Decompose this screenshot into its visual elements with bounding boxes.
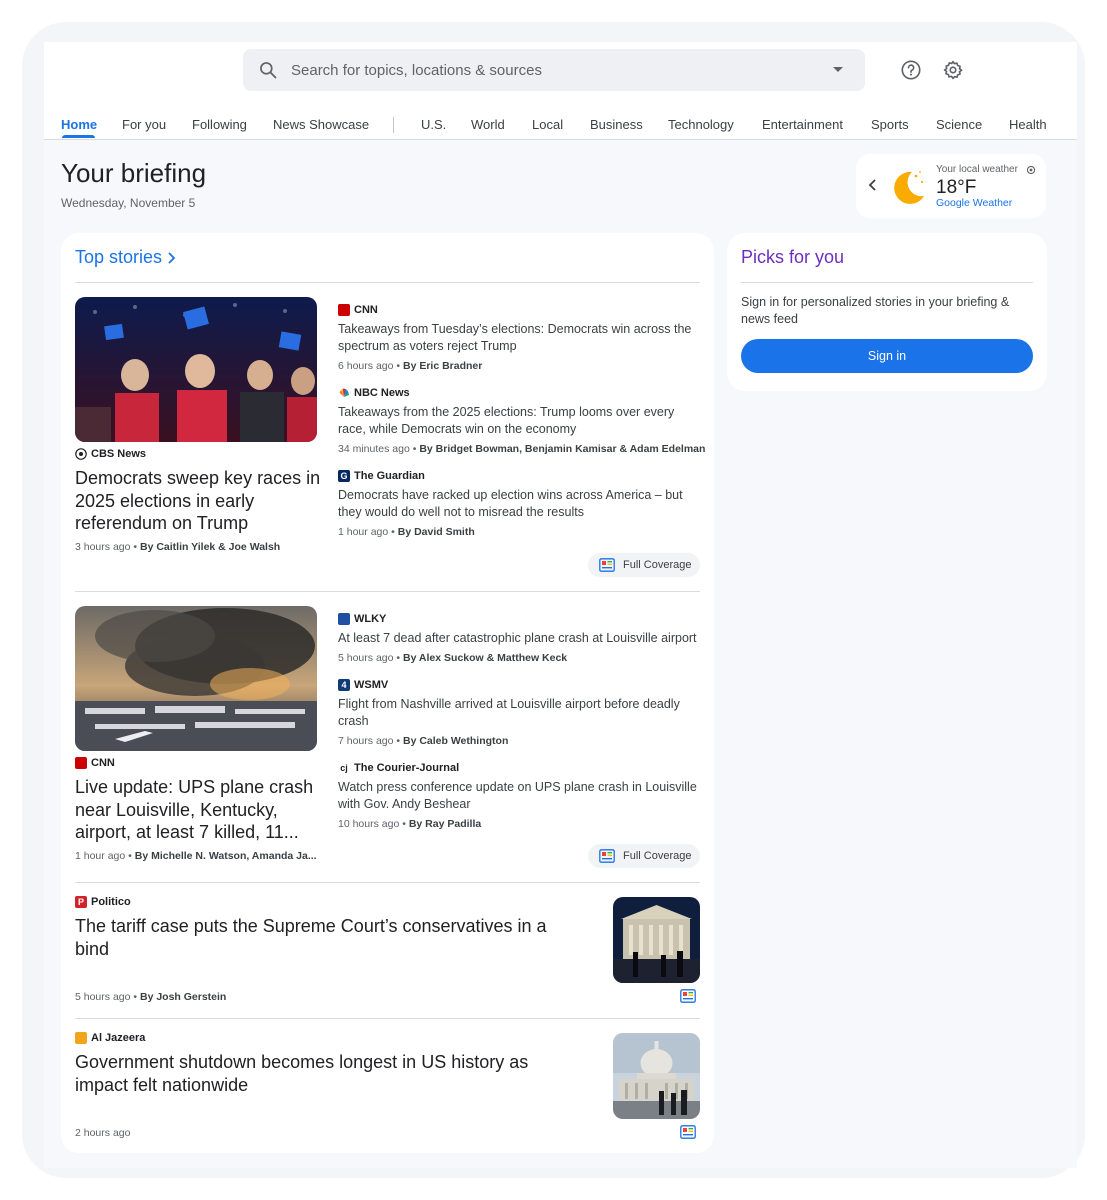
source-cbs-news[interactable]: CBS News	[75, 448, 146, 460]
related-story-headline[interactable]: Watch press conference update on UPS pla…	[338, 779, 703, 813]
weather-temperature: 18°F	[936, 177, 977, 198]
section-tabs: Home For you Following News Showcase U.S…	[44, 112, 1077, 140]
source-politico[interactable]: P Politico	[75, 896, 131, 908]
tab-science[interactable]: Science	[936, 117, 982, 132]
wsmv-logo-icon: 4	[338, 679, 350, 691]
cbs-news-logo-icon	[75, 448, 87, 460]
wlky-logo-icon	[338, 613, 350, 625]
source-the-courier-journal[interactable]: cj The Courier-Journal	[338, 762, 459, 774]
story-meta: 10 hours ago • By Ray Padilla	[338, 818, 482, 830]
story-headline[interactable]: The tariff case puts the Supreme Court’s…	[75, 915, 585, 960]
active-tab-indicator	[62, 135, 95, 138]
story-image-election-rally[interactable]	[75, 297, 317, 442]
tab-for-you[interactable]: For you	[122, 117, 166, 132]
source-wsmv[interactable]: 4 WSMV	[338, 679, 388, 691]
source-the-guardian[interactable]: G The Guardian	[338, 470, 425, 482]
full-coverage-button[interactable]: Full Coverage	[588, 553, 700, 577]
politico-logo-icon: P	[75, 896, 87, 908]
us-capitol-photo	[613, 1033, 700, 1119]
chevron-left-icon[interactable]	[868, 178, 878, 192]
story-meta: 6 hours ago • By Eric Bradner	[338, 360, 483, 372]
sign-in-button[interactable]: Sign in	[741, 339, 1033, 373]
divider	[75, 591, 700, 592]
picks-for-you-card: Picks for you Sign in for personalized s…	[727, 233, 1047, 391]
divider	[75, 882, 700, 883]
top-stories-card: Top stories CBS News Democrats sweep key…	[61, 233, 714, 1153]
story-meta: 5 hours ago • By Josh Gerstein	[75, 991, 227, 1003]
briefing-date: Wednesday, November 5	[61, 196, 196, 210]
story-meta: 1 hour ago • By Michelle N. Watson, Aman…	[75, 850, 317, 862]
tab-following[interactable]: Following	[192, 117, 247, 132]
related-story-headline[interactable]: Flight from Nashville arrived at Louisvi…	[338, 696, 703, 730]
full-coverage-icon[interactable]	[680, 989, 696, 1003]
search-icon	[260, 62, 277, 79]
weather-widget[interactable]: Your local weather 18°F Google Weather	[856, 154, 1046, 218]
nbc-peacock-logo-icon	[339, 388, 349, 397]
weather-label: Your local weather	[936, 164, 1018, 175]
moon-night-icon	[894, 171, 924, 204]
search-options-dropdown-icon[interactable]	[833, 67, 843, 72]
source-wlky[interactable]: WLKY	[338, 613, 386, 625]
tab-local[interactable]: Local	[532, 117, 563, 132]
story-image-capitol[interactable]	[613, 1033, 700, 1119]
full-coverage-icon[interactable]	[680, 1125, 696, 1139]
story-meta: 7 hours ago • By Caleb Wethington	[338, 735, 509, 747]
source-cnn[interactable]: CNN	[75, 757, 115, 769]
related-story-headline[interactable]: Democrats have racked up election wins a…	[338, 487, 703, 521]
story-meta: 34 minutes ago • By Bridget Bowman, Benj…	[338, 443, 706, 455]
header: Home For you Following News Showcase U.S…	[44, 42, 1077, 140]
related-story-headline[interactable]: Takeaways from Tuesday’s elections: Demo…	[338, 321, 703, 355]
tab-business[interactable]: Business	[590, 117, 643, 132]
tab-sports[interactable]: Sports	[871, 117, 909, 132]
supreme-court-night-photo	[613, 897, 700, 983]
main-story-headline[interactable]: Live update: UPS plane crash near Louisv…	[75, 776, 323, 844]
tab-technology[interactable]: Technology	[668, 117, 734, 132]
plane-crash-smoke-photo	[75, 606, 317, 751]
al-jazeera-logo-icon	[75, 1032, 87, 1044]
tab-news-showcase[interactable]: News Showcase	[273, 117, 369, 132]
page-title: Your briefing	[61, 158, 207, 188]
story-meta: 3 hours ago • By Caitlin Yilek & Joe Wal…	[75, 541, 281, 553]
top-stories-heading[interactable]: Top stories	[75, 247, 162, 268]
tab-us[interactable]: U.S.	[421, 117, 446, 132]
courier-journal-logo-icon: cj	[340, 763, 348, 773]
full-coverage-button[interactable]: Full Coverage	[588, 844, 700, 868]
source-nbc-news[interactable]: NBC News	[338, 387, 410, 399]
divider	[741, 282, 1033, 283]
settings-gear-icon[interactable]	[942, 59, 964, 81]
story-image-plane-crash-smoke[interactable]	[75, 606, 317, 751]
picks-for-you-heading: Picks for you	[741, 247, 845, 267]
story-meta: 5 hours ago • By Alex Suckow & Matthew K…	[338, 652, 568, 664]
related-story-headline[interactable]: At least 7 dead after catastrophic plane…	[338, 630, 703, 647]
main-story-headline[interactable]: Democrats sweep key races in 2025 electi…	[75, 467, 323, 535]
source-cnn[interactable]: CNN	[338, 304, 378, 316]
full-coverage-icon	[599, 849, 615, 863]
search-input[interactable]	[291, 55, 811, 85]
tab-health[interactable]: Health	[1009, 117, 1047, 132]
story-headline[interactable]: Government shutdown becomes longest in U…	[75, 1051, 585, 1096]
story-image-supreme-court[interactable]	[613, 897, 700, 983]
google-news-page: Home For you Following News Showcase U.S…	[44, 42, 1077, 1168]
divider	[75, 1018, 700, 1019]
guardian-logo-icon: G	[338, 470, 350, 482]
google-weather-link[interactable]: Google Weather	[936, 197, 1012, 209]
sign-in-prompt: Sign in for personalized stories in your…	[741, 295, 1010, 326]
location-icon	[1026, 165, 1036, 175]
story-meta: 2 hours ago	[75, 1127, 131, 1139]
cnn-logo-icon	[338, 304, 350, 316]
story-meta: 1 hour ago • By David Smith	[338, 526, 475, 538]
source-al-jazeera[interactable]: Al Jazeera	[75, 1032, 145, 1044]
full-coverage-icon	[599, 558, 615, 572]
chevron-right-icon[interactable]	[166, 251, 176, 265]
tab-divider	[393, 117, 394, 133]
tab-entertainment[interactable]: Entertainment	[762, 117, 843, 132]
tab-world[interactable]: World	[471, 117, 505, 132]
search-bar[interactable]	[243, 49, 865, 91]
help-icon[interactable]	[900, 59, 922, 81]
divider	[75, 282, 700, 283]
election-rally-photo	[75, 297, 317, 442]
cnn-logo-icon	[75, 757, 87, 769]
tab-home[interactable]: Home	[61, 117, 97, 132]
related-story-headline[interactable]: Takeaways from the 2025 elections: Trump…	[338, 404, 703, 438]
